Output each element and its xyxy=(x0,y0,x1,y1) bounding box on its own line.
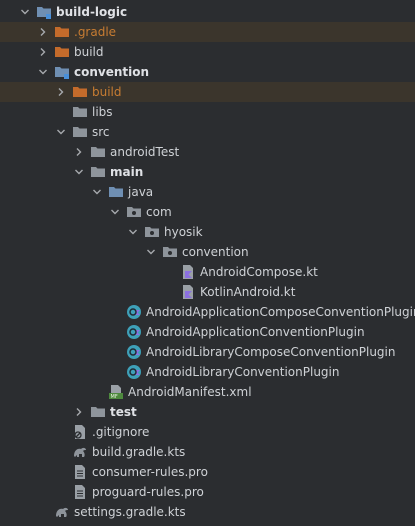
module-folder-icon xyxy=(36,4,52,20)
tree-row[interactable]: AndroidLibraryConventionPlugin xyxy=(0,362,415,382)
tree-row-label: convention xyxy=(74,65,150,79)
excluded-folder-icon xyxy=(54,44,70,60)
chevron-down-icon[interactable] xyxy=(36,62,50,82)
tree-row[interactable]: MF AndroidManifest.xml xyxy=(0,382,415,402)
tree-row-label: convention xyxy=(182,245,249,259)
svg-text:MF: MF xyxy=(111,394,118,400)
tree-row[interactable]: AndroidCompose.kt xyxy=(0,262,415,282)
tree-row-label: consumer-rules.pro xyxy=(92,465,208,479)
tree-row-label: main xyxy=(110,165,144,179)
kotlin-file-icon xyxy=(180,264,196,280)
tree-row-label: build-logic xyxy=(56,5,128,19)
gitignore-file-icon xyxy=(72,424,88,440)
tree-row-label: libs xyxy=(92,105,113,119)
package-icon xyxy=(126,204,142,220)
tree-row[interactable]: consumer-rules.pro xyxy=(0,462,415,482)
tree-row-label: AndroidApplicationComposeConventionPlugi… xyxy=(146,305,415,319)
tree-row[interactable]: hyosik xyxy=(0,222,415,242)
package-icon xyxy=(162,244,178,260)
kotlin-class-icon xyxy=(126,324,142,340)
chevron-right-icon[interactable] xyxy=(36,22,50,42)
tree-row-label: .gradle xyxy=(74,25,117,39)
tree-row[interactable]: androidTest xyxy=(0,142,415,162)
tree-row-label: settings.gradle.kts xyxy=(74,505,186,519)
tree-row-label: KotlinAndroid.kt xyxy=(200,285,296,299)
tree-row[interactable]: AndroidApplicationComposeConventionPlugi… xyxy=(0,302,415,322)
tree-row-label: build.gradle.kts xyxy=(92,445,186,459)
kotlin-file-icon xyxy=(180,284,196,300)
folder-icon xyxy=(90,144,106,160)
tree-row[interactable]: AndroidLibraryComposeConventionPlugin xyxy=(0,342,415,362)
tree-row-label: com xyxy=(146,205,172,219)
tree-row[interactable]: main xyxy=(0,162,415,182)
gradle-file-icon xyxy=(54,504,70,520)
tree-row[interactable]: convention xyxy=(0,242,415,262)
chevron-right-icon[interactable] xyxy=(54,82,68,102)
tree-row[interactable]: java xyxy=(0,182,415,202)
source-folder-icon xyxy=(108,184,124,200)
tree-row-label: AndroidLibraryConventionPlugin xyxy=(146,365,340,379)
tree-row[interactable]: build.gradle.kts xyxy=(0,442,415,462)
tree-row-label: src xyxy=(92,125,110,139)
tree-row-label: AndroidApplicationConventionPlugin xyxy=(146,325,365,339)
tree-row-label: hyosik xyxy=(164,225,203,239)
tree-row[interactable]: settings.gradle.kts xyxy=(0,502,415,522)
tree-row-label: AndroidCompose.kt xyxy=(200,265,318,279)
chevron-down-icon[interactable] xyxy=(126,222,140,242)
kotlin-class-icon xyxy=(126,364,142,380)
tree-row[interactable]: libs xyxy=(0,102,415,122)
tree-row-label: androidTest xyxy=(110,145,180,159)
tree-row-label: build xyxy=(74,45,104,59)
tree-row[interactable]: KotlinAndroid.kt xyxy=(0,282,415,302)
text-file-icon xyxy=(72,484,88,500)
chevron-down-icon[interactable] xyxy=(90,182,104,202)
tree-row-label: proguard-rules.pro xyxy=(92,485,204,499)
tree-row-label: java xyxy=(128,185,154,199)
chevron-down-icon[interactable] xyxy=(144,242,158,262)
tree-row[interactable]: build-logic xyxy=(0,2,415,22)
folder-icon xyxy=(90,404,106,420)
tree-row[interactable]: com xyxy=(0,202,415,222)
tree-row[interactable]: src xyxy=(0,122,415,142)
manifest-file-icon: MF xyxy=(108,384,124,400)
chevron-right-icon[interactable] xyxy=(72,402,86,422)
tree-row-label: AndroidLibraryComposeConventionPlugin xyxy=(146,345,396,359)
tree-row[interactable]: proguard-rules.pro xyxy=(0,482,415,502)
package-icon xyxy=(144,224,160,240)
tree-row-label: build xyxy=(92,85,122,99)
chevron-right-icon[interactable] xyxy=(36,42,50,62)
tree-row[interactable]: test xyxy=(0,402,415,422)
tree-row[interactable]: AndroidApplicationConventionPlugin xyxy=(0,322,415,342)
tree-row-label: test xyxy=(110,405,137,419)
text-file-icon xyxy=(72,464,88,480)
gradle-file-icon xyxy=(72,444,88,460)
excluded-folder-icon xyxy=(54,24,70,40)
folder-icon xyxy=(72,124,88,140)
tree-row[interactable]: .gradle xyxy=(0,22,415,42)
chevron-down-icon[interactable] xyxy=(18,2,32,22)
tree-row[interactable]: convention xyxy=(0,62,415,82)
tree-row[interactable]: build xyxy=(0,42,415,62)
folder-icon xyxy=(90,164,106,180)
chevron-down-icon[interactable] xyxy=(108,202,122,222)
kotlin-class-icon xyxy=(126,344,142,360)
tree-row[interactable]: build xyxy=(0,82,415,102)
kotlin-class-icon xyxy=(126,304,142,320)
excluded-folder-icon xyxy=(72,84,88,100)
chevron-down-icon[interactable] xyxy=(72,162,86,182)
project-tree: build-logic .gradle build convention build li… xyxy=(0,0,415,522)
tree-row-label: .gitignore xyxy=(92,425,150,439)
tree-row[interactable]: .gitignore xyxy=(0,422,415,442)
module-folder-icon xyxy=(54,64,70,80)
folder-icon xyxy=(72,104,88,120)
chevron-right-icon[interactable] xyxy=(72,142,86,162)
chevron-down-icon[interactable] xyxy=(54,122,68,142)
tree-row-label: AndroidManifest.xml xyxy=(128,385,252,399)
